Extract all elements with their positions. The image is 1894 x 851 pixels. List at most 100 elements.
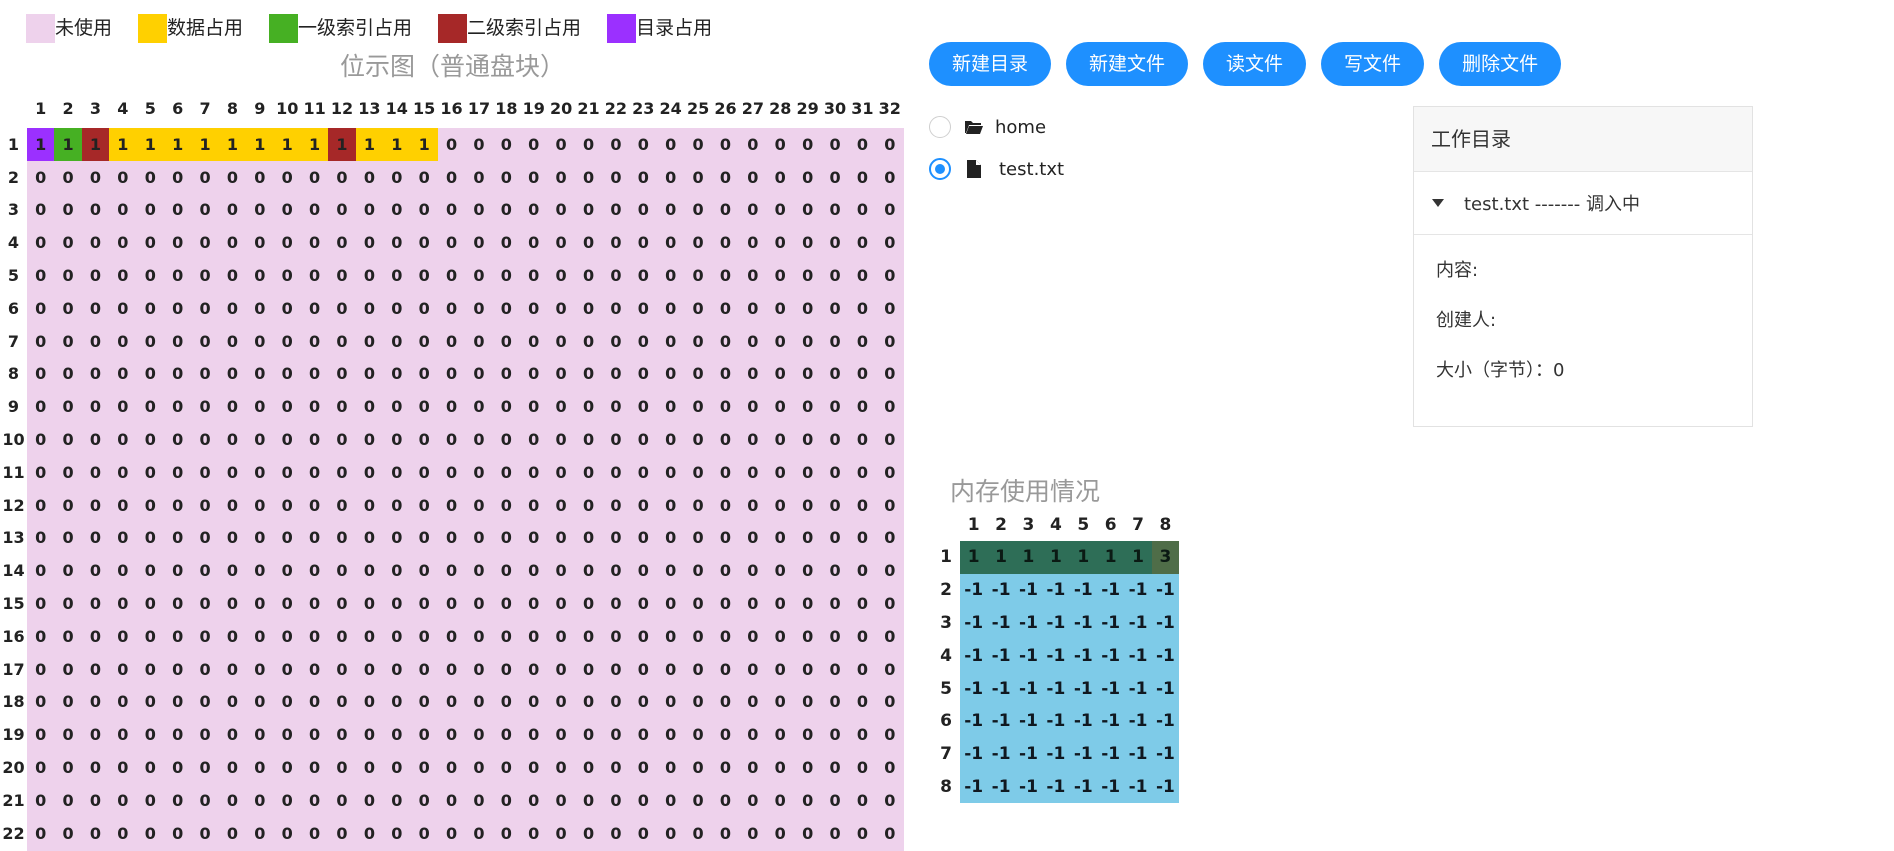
delete-file-button[interactable]: 删除文件	[1439, 42, 1562, 86]
bitmap-cell: 0	[437, 259, 466, 292]
bitmap-cell: 0	[437, 226, 466, 260]
row-header: 12	[2, 495, 25, 515]
bitmap-cell: 0	[711, 357, 740, 391]
caret-down-icon[interactable]	[1432, 196, 1446, 210]
memory-cell: -1	[1014, 704, 1043, 738]
bitmap-cell: 0	[547, 587, 575, 620]
bitmap-cell: 0	[766, 619, 794, 653]
legend-item: 数据占用	[138, 14, 243, 43]
bitmap-row: 300000000000000000000000000000000	[0, 193, 904, 227]
bitmap-cell: 0	[492, 259, 521, 292]
bitmap-cell: 0	[793, 718, 822, 752]
bitmap-row: 13 0 0 0 0 0 0 0 0 0 0 0 0 0 0 0 0 0 0 0 0 0 0 0 0 0 0 0 0 0 0 0 0	[0, 521, 904, 555]
memory-cell: 1	[1069, 541, 1097, 574]
radio-unselected-home[interactable]	[929, 116, 951, 138]
bitmap-cell: 0	[328, 685, 356, 719]
column-header: 9	[254, 98, 266, 118]
column-header: 24	[659, 98, 682, 118]
bitmap-cell: 0	[629, 291, 657, 325]
bitmap-cell: 0	[876, 783, 904, 817]
bitmap-cell: 0	[848, 587, 877, 620]
bitmap-cell: 0	[328, 324, 356, 358]
bitmap-cell: 0	[574, 652, 603, 686]
memory-cell: -1	[1151, 639, 1180, 673]
bitmap-cell: 0	[27, 390, 55, 424]
read-file-button[interactable]: 读文件	[1203, 42, 1307, 86]
new-file-button[interactable]: 新建文件	[1066, 42, 1189, 86]
bitmap-cell: 0	[574, 751, 603, 784]
row-header: 9	[7, 397, 20, 417]
bitmap-cell: 0	[218, 226, 247, 260]
bitmap-cell: 0	[656, 390, 685, 424]
memory-row: 4 -1 -1 -1 -1 -1 -1 -1 -1	[932, 639, 1180, 673]
bitmap-cell: 0	[410, 816, 438, 850]
bitmap-cell: 0	[876, 751, 904, 784]
bitmap-cell: 0	[191, 455, 219, 489]
bitmap-cell: 0	[328, 160, 356, 194]
column-header: 3	[89, 98, 102, 118]
bitmap-cell: 0	[465, 619, 493, 653]
bitmap-cell: 0	[766, 455, 794, 489]
memory-cell: -1	[1069, 737, 1097, 771]
bitmap-cell: 0	[848, 685, 877, 719]
bitmap-cell: 0	[629, 652, 657, 686]
bitmap-cell: 0	[629, 816, 657, 850]
bitmap-cell: 0	[547, 357, 575, 391]
memory-row: 8 -1 -1 -1 -1 -1 -1 -1 -1	[932, 770, 1180, 804]
bitmap-cell: 0	[54, 718, 82, 752]
bitmap-grid: 1 2 3 4 5 6 7 8 9 10 11 12 13 14 15 16 17 18 19 20 21 22 23 24 2…	[0, 88, 904, 851]
bitmap-cell: 0	[81, 521, 110, 555]
bitmap-cell: 0	[136, 685, 164, 719]
tree-item-test-txt[interactable]: test.txt	[929, 149, 1064, 189]
bitmap-cell: 0	[629, 718, 657, 752]
bitmap-cell: 0	[300, 390, 329, 424]
bitmap-cell: 0	[739, 652, 767, 686]
row-header: 19	[2, 725, 25, 745]
bitmap-cell: 0	[520, 128, 548, 161]
bitmap-cell: 0	[602, 193, 630, 227]
bitmap-cell: 0	[711, 128, 740, 161]
bitmap-cell: 0	[821, 128, 849, 161]
bitmap-cell: 0	[328, 226, 356, 260]
memory-cell: -1	[987, 606, 1015, 640]
bitmap-cell: 0	[629, 193, 657, 227]
tree-item-home[interactable]: home	[929, 107, 1064, 147]
bitmap-cell: 0	[246, 718, 274, 752]
bitmap-cell: 0	[793, 128, 822, 161]
legend-item: 未使用	[26, 14, 112, 43]
write-file-button[interactable]: 写文件	[1321, 42, 1425, 86]
bitmap-cell: 0	[136, 160, 164, 194]
bitmap-cell: 0	[520, 783, 548, 817]
bitmap-cell: 0	[355, 390, 384, 424]
column-header: 18	[495, 98, 518, 118]
memory-cell: -1	[1096, 770, 1125, 804]
bitmap-cell: 0	[684, 652, 712, 686]
bitmap-cell: 0	[876, 488, 904, 522]
radio-selected-test-txt[interactable]	[929, 158, 951, 180]
bitmap-cell: 0	[54, 488, 82, 522]
bitmap-cell: 0	[876, 423, 904, 456]
bitmap-cell: 0	[821, 751, 849, 784]
bitmap-cell: 0	[136, 390, 164, 424]
row-header: 1	[940, 547, 952, 568]
bitmap-cell: 0	[383, 619, 411, 653]
column-header: 27	[741, 98, 764, 118]
bitmap-cell: 0	[821, 587, 849, 620]
bitmap-cell: 0	[109, 226, 137, 260]
bitmap-cell: 0	[629, 390, 657, 424]
bitmap-cell: 0	[602, 160, 630, 194]
bitmap-cell: 0	[218, 324, 247, 358]
bitmap-cell: 0	[163, 718, 192, 752]
bitmap-cell: 0	[739, 554, 767, 588]
content-label: 内容:	[1436, 260, 1479, 281]
bitmap-cell: 0	[328, 718, 356, 752]
new-directory-button[interactable]: 新建目录	[929, 42, 1052, 86]
bitmap-cell: 0	[27, 423, 55, 456]
bitmap-cell: 0	[821, 718, 849, 752]
bitmap-cell: 0	[684, 128, 712, 161]
current-file-row[interactable]: test.txt ------- 调入中	[1414, 172, 1752, 235]
bitmap-cell: 0	[27, 455, 55, 489]
bitmap-cell: 0	[410, 226, 438, 260]
bitmap-cell: 0	[300, 291, 329, 325]
memory-cell: -1	[960, 639, 988, 673]
